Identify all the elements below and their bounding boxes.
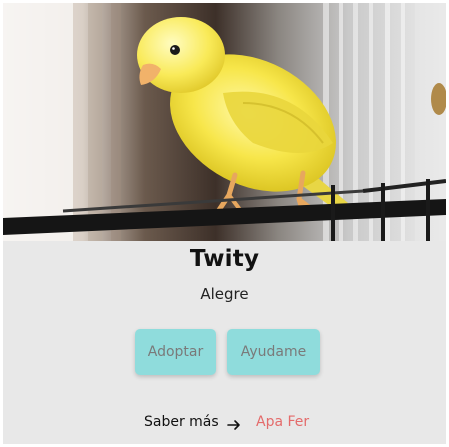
adopt-button[interactable]: Adoptar xyxy=(135,329,216,375)
learn-more-link[interactable]: Saber más xyxy=(144,414,219,430)
pet-card: Twity Alegre Adoptar Ayudame Saber más A… xyxy=(3,3,446,444)
pet-mood: Alegre xyxy=(200,285,249,303)
arrow-right-icon[interactable] xyxy=(227,417,241,431)
help-button[interactable]: Ayudame xyxy=(227,329,320,375)
card-footer: Saber más Apa Fer xyxy=(3,414,446,434)
pet-name: Twity xyxy=(189,246,260,272)
pet-photo xyxy=(3,3,446,241)
author-name: Apa Fer xyxy=(256,414,310,430)
